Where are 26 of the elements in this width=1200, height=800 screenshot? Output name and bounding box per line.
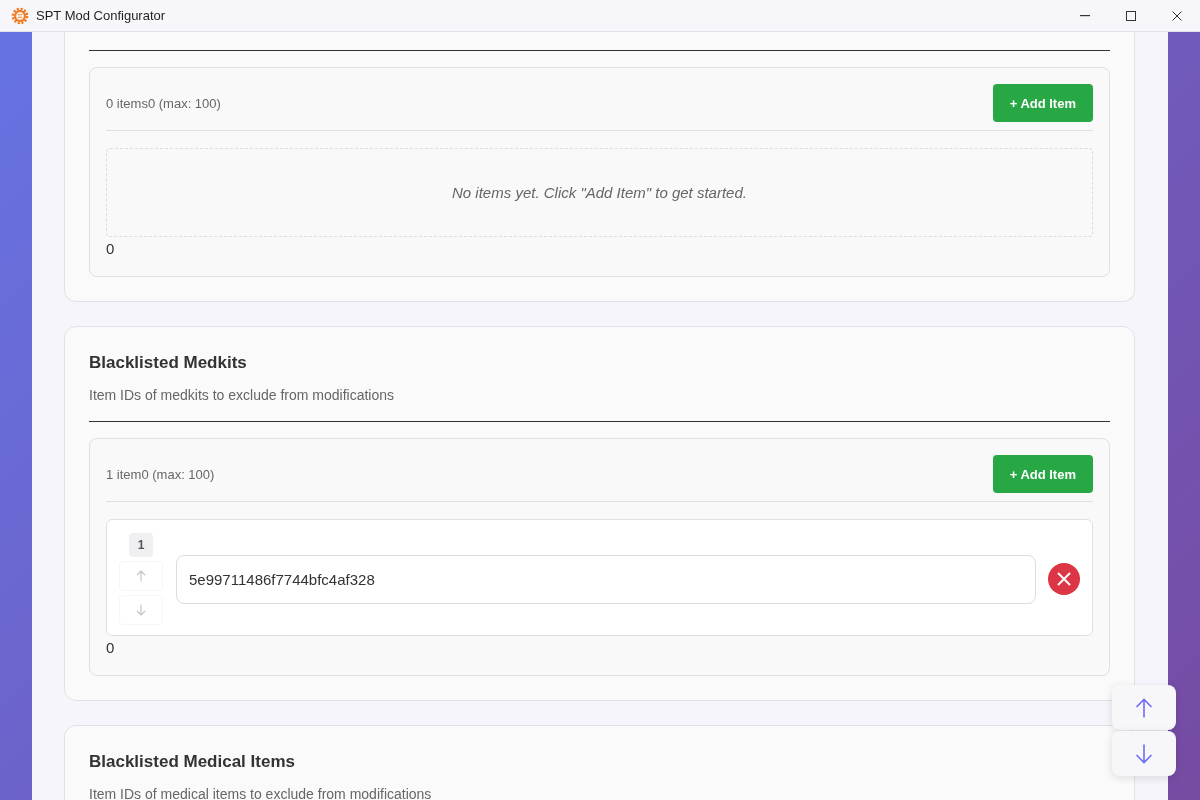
- window-title: SPT Mod Configurator: [36, 8, 166, 23]
- delete-item-button[interactable]: [1048, 563, 1080, 595]
- gear-icon: [11, 6, 29, 25]
- list-footer-value: 0: [106, 639, 116, 657]
- empty-state-message: No items yet. Click "Add Item" to get started.: [452, 184, 747, 201]
- item-count-text: 1 item0 (max: 100): [106, 466, 215, 482]
- scroll-down-button[interactable]: [1112, 731, 1176, 776]
- minimize-icon: [1080, 14, 1090, 17]
- section-description: Item IDs of medical items to exclude from modifications: [89, 785, 433, 800]
- arrow-down-icon: [1135, 743, 1153, 764]
- arrow-up-icon: [136, 570, 146, 582]
- section-description: Item IDs of medkits to exclude from modifications: [89, 386, 395, 405]
- section-title: Blacklisted Medkits: [89, 352, 248, 374]
- close-icon: [1172, 10, 1182, 21]
- item-id-input[interactable]: 5e99711486f7744bfc4af328: [176, 554, 1036, 604]
- item-count-text: 0 items0 (max: 100): [106, 95, 221, 111]
- item-number: 1: [129, 533, 153, 557]
- list-footer-value: 0: [106, 240, 116, 258]
- cross-icon: [1057, 572, 1071, 586]
- section-title: Blacklisted Medical Items: [89, 751, 296, 773]
- maximize-icon: [1126, 10, 1136, 21]
- arrow-down-icon: [136, 604, 146, 616]
- arrow-up-icon: [1135, 697, 1153, 718]
- scroll-up-button[interactable]: [1112, 685, 1176, 730]
- add-item-button[interactable]: + Add Item: [992, 455, 1093, 493]
- add-item-button[interactable]: + Add Item: [992, 84, 1093, 122]
